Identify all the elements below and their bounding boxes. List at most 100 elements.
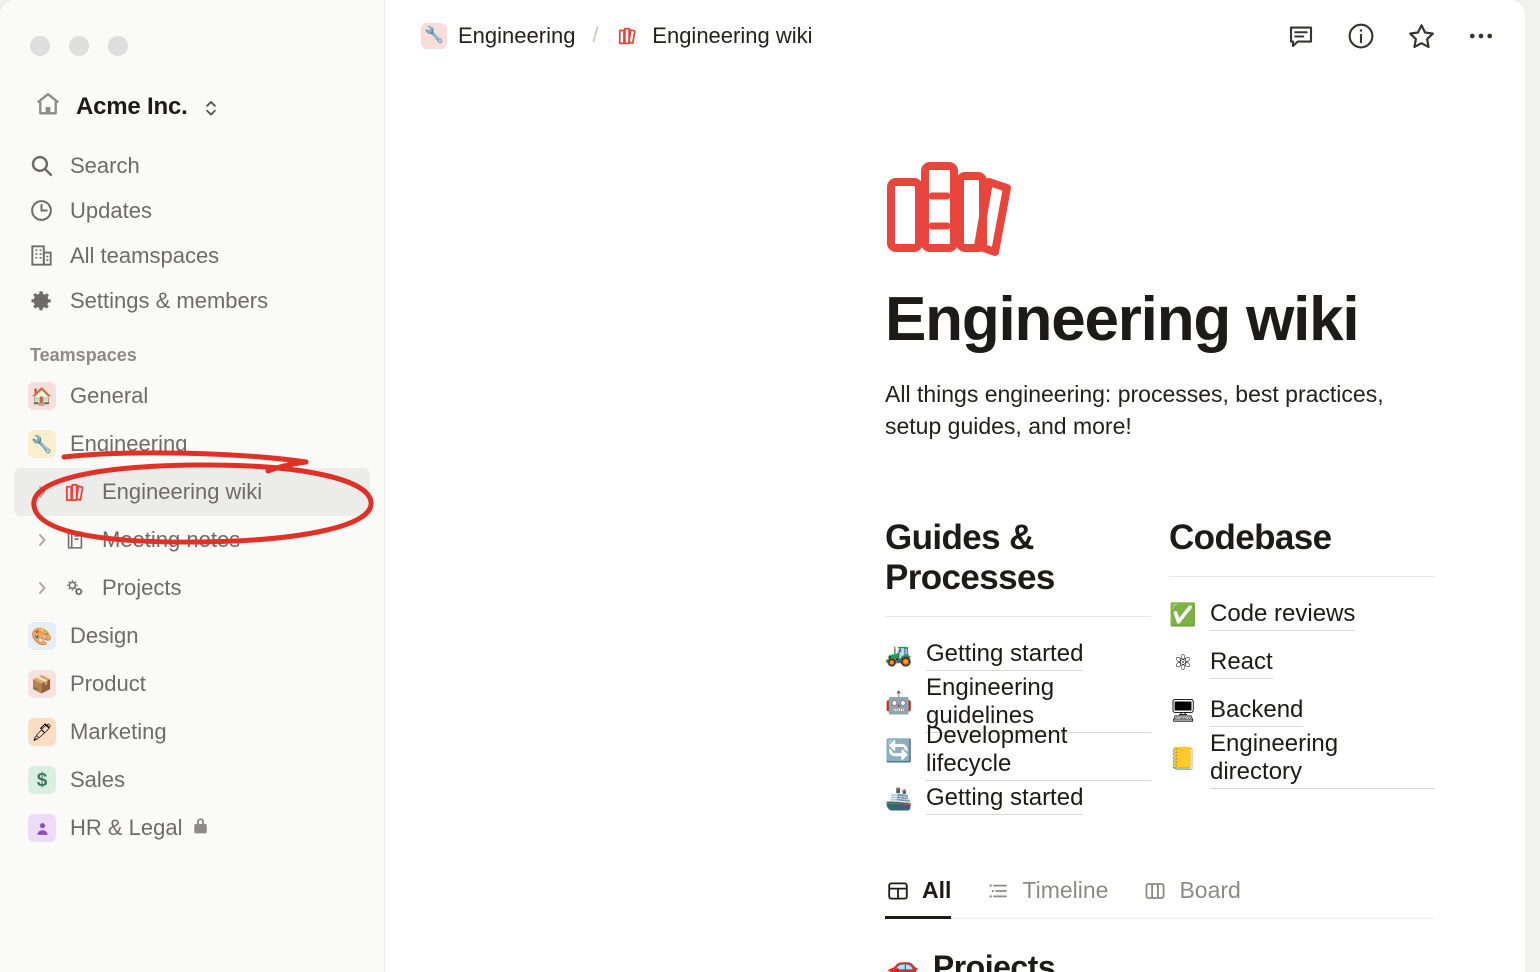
- list-icon: [985, 878, 1011, 904]
- teamspaces-list: 🏠 General 🔧 Engineering Engi: [0, 372, 384, 852]
- column-heading: Codebase: [1169, 518, 1435, 558]
- workspace-switcher[interactable]: Acme Inc.: [28, 86, 384, 127]
- sidebar: Acme Inc. Search: [0, 0, 385, 972]
- sidebar-item-settings-members[interactable]: Settings & members: [14, 278, 370, 323]
- tab-board[interactable]: Board: [1142, 877, 1240, 919]
- page-link-row[interactable]: 🖥 Backend: [1169, 687, 1435, 735]
- page-link-label: React: [1210, 648, 1273, 679]
- page-link-row[interactable]: 🔄 Development lifecycle: [885, 727, 1151, 775]
- person-emoji-icon: [28, 814, 56, 842]
- gear-icon: [28, 288, 54, 314]
- window-controls: [0, 0, 384, 56]
- page-link-label: Getting started: [926, 784, 1083, 815]
- tab-all[interactable]: All: [885, 877, 951, 919]
- chevron-right-icon[interactable]: [36, 580, 56, 596]
- more-options-icon[interactable]: [1465, 20, 1497, 52]
- sidebar-item-label: Settings & members: [70, 288, 268, 314]
- sidebar-item-label: Projects: [102, 575, 181, 601]
- sidebar-item-all-teamspaces[interactable]: All teamspaces: [14, 233, 370, 278]
- sidebar-item-engineering-wiki[interactable]: Engineering wiki: [14, 468, 370, 516]
- ship-emoji-icon: 🚢: [885, 788, 913, 810]
- sidebar-item-label: General: [70, 383, 148, 409]
- chevron-updown-icon[interactable]: [204, 97, 218, 117]
- page-link-label: Engineering directory: [1210, 730, 1435, 788]
- divider: [885, 616, 1151, 617]
- chevron-right-icon[interactable]: [36, 484, 56, 500]
- top-bar: 🔧 Engineering / Engineering wiki: [385, 0, 1525, 72]
- tab-timeline[interactable]: Timeline: [985, 877, 1108, 919]
- lock-icon: [192, 816, 209, 840]
- sidebar-item-engineering[interactable]: 🔧 Engineering: [14, 420, 370, 468]
- sidebar-item-label: Marketing: [70, 719, 167, 745]
- breadcrumb: 🔧 Engineering / Engineering wiki: [413, 19, 1285, 53]
- house-emoji-icon: 🏠: [28, 382, 56, 410]
- page-link-row[interactable]: 🤖 Engineering guidelines: [885, 679, 1151, 727]
- star-icon[interactable]: [1405, 20, 1437, 52]
- page-link-row[interactable]: 🚢 Getting started: [885, 775, 1151, 823]
- database-title[interactable]: 🚗↗ Projects: [885, 949, 1435, 972]
- notebook-icon: [62, 529, 88, 551]
- info-icon[interactable]: [1345, 20, 1377, 52]
- database-name: Projects: [933, 949, 1055, 972]
- sidebar-item-design[interactable]: 🎨 Design: [14, 612, 370, 660]
- sidebar-item-label: Design: [70, 623, 138, 649]
- breadcrumb-label: Engineering: [458, 23, 575, 49]
- page-link-row[interactable]: ⚛ React: [1169, 639, 1435, 687]
- columns-icon: [1142, 878, 1168, 904]
- books-icon: [62, 481, 88, 504]
- check-mark-emoji-icon: ✅: [1169, 604, 1197, 626]
- tab-label: Timeline: [1022, 877, 1108, 904]
- teamspaces-header: Teamspaces: [30, 345, 384, 366]
- app-window: Acme Inc. Search: [0, 0, 1525, 972]
- sidebar-item-label: Product: [70, 671, 146, 697]
- page-subtitle: All things engineering: processes, best …: [885, 378, 1435, 442]
- sidebar-item-label: All teamspaces: [70, 243, 219, 269]
- page-link-row[interactable]: ✅ Code reviews: [1169, 591, 1435, 639]
- sidebar-item-search[interactable]: Search: [14, 143, 370, 188]
- sidebar-item-hr-legal[interactable]: HR & Legal: [14, 804, 370, 852]
- atom-emoji-icon: ⚛: [1169, 652, 1197, 674]
- divider: [1169, 576, 1435, 577]
- column-heading: Guides & Processes: [885, 518, 1151, 598]
- chevron-right-icon[interactable]: [36, 532, 56, 548]
- tab-label: Board: [1179, 877, 1240, 904]
- grid-icon: [885, 878, 911, 904]
- dollar-emoji-icon: $: [28, 766, 56, 794]
- clock-icon: [28, 198, 54, 224]
- breadcrumb-item-engineering[interactable]: 🔧 Engineering: [413, 19, 583, 53]
- sidebar-item-marketing[interactable]: 🖋 Marketing: [14, 708, 370, 756]
- sidebar-nav: Search Updates All teams: [0, 143, 384, 323]
- zoom-button[interactable]: [108, 36, 128, 56]
- page-link-label: Backend: [1210, 696, 1303, 727]
- car-emoji-icon: 🚗↗: [885, 953, 920, 972]
- close-button[interactable]: [30, 36, 50, 56]
- comment-icon[interactable]: [1285, 20, 1317, 52]
- sidebar-item-general[interactable]: 🏠 General: [14, 372, 370, 420]
- sidebar-item-updates[interactable]: Updates: [14, 188, 370, 233]
- page-title: Engineering wiki: [885, 287, 1435, 352]
- sidebar-item-label: Meeting notes: [102, 527, 240, 553]
- page-body: Engineering wiki All things engineering:…: [385, 152, 1525, 972]
- top-bar-actions: [1285, 20, 1497, 52]
- robot-emoji-icon: 🤖: [885, 692, 913, 714]
- page-link-row[interactable]: 🚜 Getting started: [885, 631, 1151, 679]
- sidebar-item-sales[interactable]: $ Sales: [14, 756, 370, 804]
- notebook-emoji-icon: 📒: [1169, 748, 1197, 770]
- books-icon[interactable]: [885, 152, 1435, 261]
- page-link-row[interactable]: 📒 Engineering directory: [1169, 735, 1435, 783]
- sidebar-item-label: Sales: [70, 767, 125, 793]
- minimize-button[interactable]: [69, 36, 89, 56]
- column-codebase: Codebase ✅ Code reviews ⚛ React 🖥 Bac: [1169, 518, 1435, 823]
- sidebar-item-product[interactable]: 📦 Product: [14, 660, 370, 708]
- view-tabs: All Timeline: [885, 877, 1435, 919]
- buildings-icon: [28, 243, 54, 269]
- sidebar-item-projects[interactable]: Projects: [14, 564, 370, 612]
- page-background-strip: [1525, 0, 1540, 972]
- breadcrumb-item-engineering-wiki[interactable]: Engineering wiki: [607, 19, 820, 53]
- gears-icon: [62, 576, 88, 600]
- breadcrumb-label: Engineering wiki: [652, 23, 812, 49]
- house-icon: [34, 90, 62, 123]
- search-icon: [28, 153, 54, 179]
- link-columns: Guides & Processes 🚜 Getting started 🤖 E…: [885, 518, 1435, 823]
- sidebar-item-meeting-notes[interactable]: Meeting notes: [14, 516, 370, 564]
